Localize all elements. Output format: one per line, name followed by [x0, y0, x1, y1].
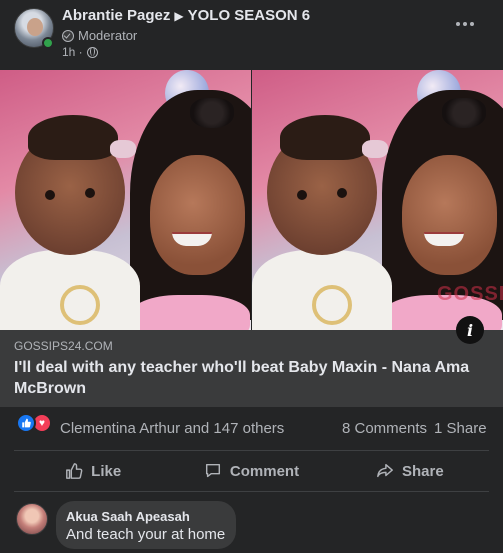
share-label: Share	[401, 462, 444, 480]
group-name[interactable]: YOLO SEASON 6	[188, 7, 311, 24]
like-reaction-icon	[16, 413, 36, 433]
share-arrow-icon	[377, 463, 393, 478]
more-options-icon[interactable]	[451, 12, 479, 36]
post-header: Abrantie Pagez ▶ YOLO SEASON 6 Moderator 1…	[0, 0, 503, 70]
like-button[interactable]: Like	[14, 452, 172, 490]
comment-icon	[205, 463, 220, 478]
commenter-avatar[interactable]	[16, 503, 48, 535]
moderator-badge-icon	[62, 29, 74, 42]
post-time-line: 1h ·	[62, 45, 98, 59]
link-title: I'll deal with any teacher who'll beat B…	[14, 359, 470, 397]
thumbs-up-icon	[66, 463, 83, 479]
image-watermark: GOSSIPS	[437, 283, 503, 305]
post-time[interactable]: 1h ·	[62, 45, 83, 59]
post-image[interactable]: GOSSIPS	[0, 70, 503, 330]
reaction-icons[interactable]: ♥	[16, 413, 52, 433]
action-bar: Like Comment Share	[14, 452, 489, 490]
photo-left	[0, 70, 251, 330]
online-status-icon	[42, 37, 54, 49]
like-label: Like	[91, 462, 122, 480]
comment-count[interactable]: 8 Comments	[342, 420, 427, 437]
divider	[14, 491, 489, 492]
info-icon[interactable]: i	[456, 316, 484, 344]
comment-button[interactable]: Comment	[172, 452, 330, 490]
share-count[interactable]: 1 Share	[434, 420, 487, 437]
author-role: Moderator	[78, 28, 138, 43]
link-domain: GOSSIPS24.COM	[14, 339, 113, 353]
link-preview[interactable]: GOSSIPS24.COM I'll deal with any teacher…	[0, 330, 503, 407]
reactor-summary[interactable]: Clementina Arthur and 147 others	[60, 420, 284, 437]
photo-right: GOSSIPS	[252, 70, 503, 330]
play-arrow-icon: ▶	[174, 9, 184, 23]
role-line: Moderator	[62, 28, 137, 43]
author-line: Abrantie Pagez ▶ YOLO SEASON 6	[62, 7, 310, 24]
comment-text: And teach your at home	[66, 526, 226, 543]
comment-label: Comment	[229, 462, 300, 480]
avatar-face	[27, 18, 43, 36]
divider	[14, 450, 489, 451]
share-button[interactable]: Share	[331, 452, 489, 490]
commenter-name[interactable]: Akua Saah Apeasah	[66, 509, 190, 524]
author-name[interactable]: Abrantie Pagez	[62, 7, 170, 24]
globe-icon	[86, 46, 98, 58]
